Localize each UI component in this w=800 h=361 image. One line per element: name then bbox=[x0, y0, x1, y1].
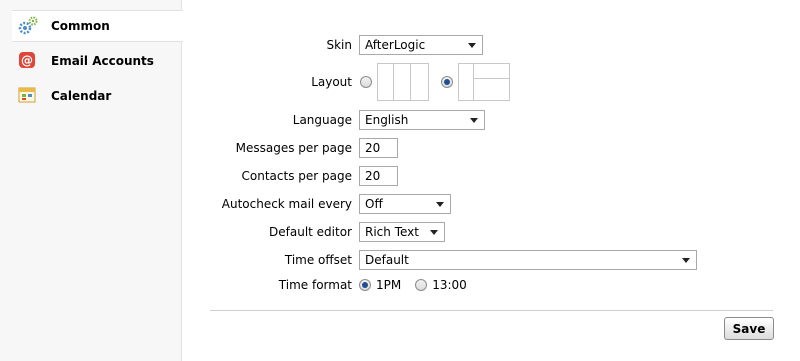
contacts-per-page-label: Contacts per page bbox=[241, 169, 352, 183]
default-editor-row: Default editor Rich Text bbox=[193, 220, 793, 244]
chevron-down-icon bbox=[468, 42, 476, 48]
messages-per-page-input[interactable]: 20 bbox=[359, 138, 398, 158]
chevron-down-icon bbox=[430, 229, 438, 235]
default-editor-select[interactable]: Rich Text bbox=[359, 222, 445, 242]
layout-row: Layout bbox=[193, 63, 793, 101]
time-offset-select[interactable]: Default bbox=[359, 250, 697, 270]
time-format-label: Time format bbox=[278, 278, 352, 292]
skin-row: Skin AfterLogic bbox=[193, 33, 793, 57]
contacts-per-page-row: Contacts per page 20 bbox=[193, 164, 793, 188]
settings-sidebar: Common @ Email Accounts Calendar bbox=[0, 0, 183, 361]
layout-vertical-radio[interactable] bbox=[360, 76, 372, 88]
sidebar-item-email-accounts[interactable]: @ Email Accounts bbox=[12, 45, 182, 77]
language-row: Language English bbox=[193, 108, 793, 132]
language-select[interactable]: English bbox=[359, 110, 485, 130]
messages-per-page-label: Messages per page bbox=[235, 141, 352, 155]
time-offset-value: Default bbox=[365, 253, 409, 267]
skin-value: AfterLogic bbox=[365, 38, 426, 52]
time-offset-label: Time offset bbox=[284, 253, 352, 267]
sidebar-item-calendar[interactable]: Calendar bbox=[12, 80, 182, 112]
layout-label: Layout bbox=[311, 75, 352, 89]
layout-vertical-icon[interactable] bbox=[377, 63, 429, 101]
time-offset-row: Time offset Default bbox=[193, 248, 793, 272]
time-format-24h-label: 13:00 bbox=[432, 278, 467, 292]
settings-main: Skin AfterLogic Layout Language English … bbox=[193, 0, 793, 361]
autocheck-select[interactable]: Off bbox=[359, 194, 451, 214]
time-format-1pm-radio[interactable] bbox=[359, 279, 371, 291]
autocheck-value: Off bbox=[365, 197, 383, 211]
chevron-down-icon bbox=[470, 117, 478, 123]
sidebar-item-label: Calendar bbox=[51, 89, 112, 103]
svg-text:@: @ bbox=[21, 54, 33, 68]
time-format-24h-radio[interactable] bbox=[415, 279, 428, 291]
autocheck-label: Autocheck mail every bbox=[221, 197, 352, 211]
calendar-icon bbox=[17, 85, 39, 107]
default-editor-label: Default editor bbox=[269, 225, 352, 239]
form-divider bbox=[210, 310, 773, 311]
language-label: Language bbox=[292, 113, 352, 127]
time-format-row: Time format 1PM 13:00 bbox=[193, 273, 793, 297]
default-editor-value: Rich Text bbox=[365, 225, 419, 239]
language-value: English bbox=[365, 113, 409, 127]
skin-select[interactable]: AfterLogic bbox=[359, 35, 483, 55]
sidebar-item-label: Email Accounts bbox=[51, 54, 154, 68]
contacts-per-page-input[interactable]: 20 bbox=[359, 166, 398, 186]
sidebar-item-label: Common bbox=[51, 19, 110, 33]
messages-per-page-row: Messages per page 20 bbox=[193, 136, 793, 160]
save-button[interactable]: Save bbox=[724, 317, 774, 340]
autocheck-row: Autocheck mail every Off bbox=[193, 192, 793, 216]
chevron-down-icon bbox=[436, 201, 444, 207]
gears-icon bbox=[17, 15, 39, 37]
layout-horizontal-icon[interactable] bbox=[458, 63, 510, 101]
layout-horizontal-radio[interactable] bbox=[441, 76, 453, 88]
sidebar-item-common[interactable]: Common bbox=[12, 10, 183, 42]
at-sign-icon: @ bbox=[17, 50, 39, 72]
time-format-1pm-label: 1PM bbox=[376, 278, 402, 292]
skin-label: Skin bbox=[326, 38, 352, 52]
chevron-down-icon bbox=[682, 257, 690, 263]
